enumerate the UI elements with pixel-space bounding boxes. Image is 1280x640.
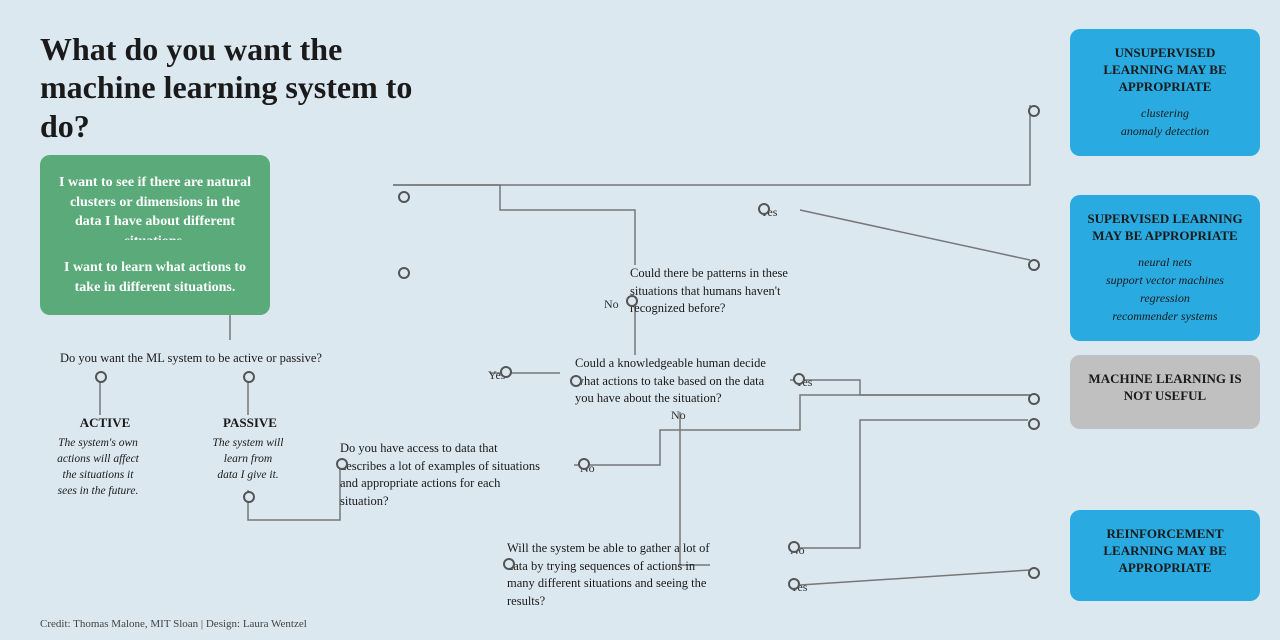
credit: Credit: Thomas Malone, MIT Sloan | Desig… (40, 618, 307, 630)
circle-yes-human (793, 373, 805, 385)
circle-yes-gather (788, 578, 800, 590)
not-useful-title: MACHINE LEARNING IS NOT USEFUL (1082, 371, 1248, 405)
circle-passive (243, 371, 255, 383)
circle-box2 (398, 267, 410, 279)
circle-not-useful-bot (1028, 418, 1040, 430)
result-not-useful: MACHINE LEARNING IS NOT USEFUL (1070, 355, 1260, 429)
supervised-title: SUPERVISED LEARNING MAY BE APPROPRIATE (1082, 211, 1248, 245)
circle-gather (503, 558, 515, 570)
q-patterns: Could there be patterns in these situati… (630, 265, 790, 318)
circle-no-access (578, 458, 590, 470)
page-title: What do you want the machine learning sy… (40, 30, 460, 145)
unsupervised-title: UNSUPERVISED LEARNING MAY BE APPROPRIATE (1082, 45, 1248, 96)
circle-active (95, 371, 107, 383)
circle-access (336, 458, 348, 470)
circle-patterns (626, 295, 638, 307)
circle-not-useful-top (1028, 393, 1040, 405)
circle-yes-access (500, 366, 512, 378)
circle-human (570, 375, 582, 387)
q-active-passive: Do you want the ML system to be active o… (60, 350, 340, 368)
result-supervised: SUPERVISED LEARNING MAY BE APPROPRIATE n… (1070, 195, 1260, 341)
active-desc: The system's ownactions will affectthe s… (38, 435, 158, 499)
circle-supervised (1028, 259, 1040, 271)
q-gather-data: Will the system be able to gather a lot … (507, 540, 717, 610)
unsupervised-sub: clusteringanomaly detection (1082, 104, 1248, 140)
q-human-decide: Could a knowledgeable human decide what … (575, 355, 775, 408)
circle-box1 (398, 191, 410, 203)
green-box-2: I want to learn what actions to take in … (40, 240, 270, 315)
result-unsupervised: UNSUPERVISED LEARNING MAY BE APPROPRIATE… (1070, 29, 1260, 156)
circle-passive-bottom (243, 491, 255, 503)
q-access-data: Do you have access to data that describe… (340, 440, 540, 510)
circle-unsupervised (1028, 105, 1040, 117)
no-human: No (671, 408, 686, 423)
passive-desc: The system willlearn fromdata I give it. (193, 435, 303, 483)
no-patterns: No (604, 297, 619, 312)
circle-yes-patterns (758, 203, 770, 215)
reinforcement-title: REINFORCEMENT LEARNING MAY BE APPROPRIAT… (1082, 526, 1248, 577)
circle-no-gather (788, 541, 800, 553)
circle-reinforcement (1028, 567, 1040, 579)
active-label: ACTIVE (60, 415, 150, 431)
result-reinforcement: REINFORCEMENT LEARNING MAY BE APPROPRIAT… (1070, 510, 1260, 601)
passive-label: PASSIVE (205, 415, 295, 431)
supervised-sub: neural netssupport vector machinesregres… (1082, 253, 1248, 325)
